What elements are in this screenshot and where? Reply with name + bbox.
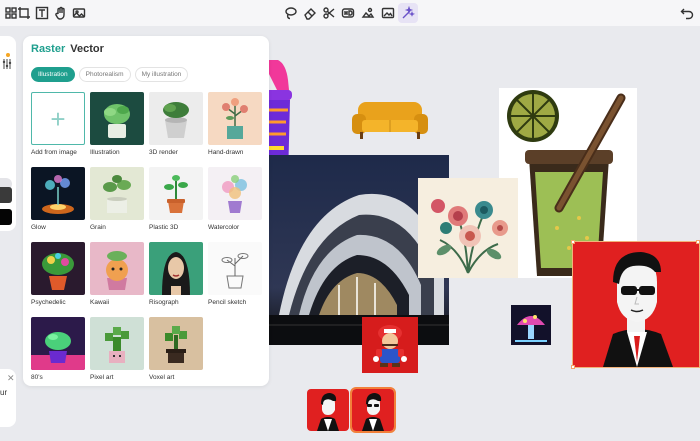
style-thumbnail [31,167,85,220]
style-thumbnail [149,92,203,145]
style-thumbnail [31,242,85,295]
plus-icon: + [50,103,66,134]
image-tool-icon[interactable] [69,3,89,23]
color-swatch-dark-grey[interactable] [0,187,12,203]
style-thumbnail [149,317,203,370]
canvas-image-floral[interactable] [418,178,518,278]
style-grid: + Add from image Illustration 3D render … [31,92,264,381]
style-label: Voxel art [149,374,175,381]
chip-my-illustration[interactable]: My illustration [134,67,189,82]
chip-illustration[interactable]: Illustration [31,67,75,82]
style-card-risograph[interactable]: Risograph [149,242,203,306]
style-thumbnail [149,167,203,220]
style-label: Watercolor [208,224,240,231]
style-label: Pencil sketch [208,299,247,306]
style-label: Grain [90,224,106,231]
style-label: Add from image [31,149,77,156]
style-label: Risograph [149,299,179,306]
style-label: Pixel art [90,374,114,381]
history-thumbnail-1[interactable] [307,389,349,431]
canvas-image-sofa[interactable] [352,100,428,140]
hd-upscale-icon[interactable] [338,3,358,23]
style-label: 3D render [149,149,178,156]
style-panel: Raster Vector Illustration Photorealism … [23,36,269,386]
top-toolbar [0,0,700,26]
style-thumbnail [90,242,144,295]
style-thumbnail [90,317,144,370]
style-category-chips: Illustration Photorealism My illustratio… [31,67,189,82]
style-thumbnail [208,167,262,220]
lasso-tool-icon[interactable] [281,3,301,23]
style-label: Psychedelic [31,299,66,306]
add-thumbnail[interactable]: + [31,92,85,145]
tab-vector[interactable]: Vector [70,43,104,55]
style-card-voxel-art[interactable]: Voxel art [149,317,203,381]
left-notice-panel: ✕ ur [0,369,16,427]
hand-tool-icon[interactable] [51,3,71,23]
magic-wand-icon[interactable] [398,3,418,23]
chip-photorealism[interactable]: Photorealism [78,67,131,82]
style-label: Hand-drawn [208,149,244,156]
style-label: Illustration [90,149,120,156]
style-card-pixel-art[interactable]: Pixel art [90,317,144,381]
style-label: Glow [31,224,46,231]
style-card-glow[interactable]: Glow [31,167,85,231]
scissors-tool-icon[interactable] [319,3,339,23]
status-dot [6,53,10,57]
resize-handle-top-right[interactable] [696,240,700,244]
style-card-illustration[interactable]: Illustration [90,92,144,156]
style-thumbnail [208,92,262,145]
style-thumbnail [90,92,144,145]
left-side-panel [0,36,16,231]
style-card-80s[interactable]: 80's [31,317,85,381]
style-card-watercolor[interactable]: Watercolor [208,167,262,231]
style-label: Plastic 3D [149,224,179,231]
style-card-plastic-3d[interactable]: Plastic 3D [149,167,203,231]
picture-tool-icon[interactable] [378,3,398,23]
style-thumbnail [90,167,144,220]
canvas-image-mario[interactable] [362,317,418,373]
crop-tool-icon[interactable] [14,3,34,23]
style-label: 80's [31,374,43,381]
style-card-3d-render[interactable]: 3D render [149,92,203,156]
style-card-psychedelic[interactable]: Psychedelic [31,242,85,306]
history-thumbnail-2-selected[interactable] [350,387,396,433]
eraser-tool-icon[interactable] [300,3,320,23]
text-tool-icon[interactable] [32,3,52,23]
tab-raster[interactable]: Raster [31,43,65,55]
style-card-add-from-image[interactable]: + Add from image [31,92,85,156]
canvas-image-neon-mushroom[interactable] [511,305,551,345]
resize-handle-bottom-left[interactable] [571,365,575,369]
background-tool-icon[interactable] [358,3,378,23]
resize-handle-top-left[interactable] [571,240,575,244]
style-card-hand-drawn[interactable]: Hand-drawn [208,92,262,156]
canvas-image-man-sunglasses[interactable] [572,241,700,368]
style-thumbnail [31,317,85,370]
notice-text: ur [0,388,8,397]
close-icon[interactable]: ✕ [7,373,15,384]
style-card-grain[interactable]: Grain [90,167,144,231]
style-card-kawaii[interactable]: Kawaii [90,242,144,306]
style-thumbnail [208,242,262,295]
style-thumbnail [149,242,203,295]
style-label: Kawaii [90,299,110,306]
color-swatch-black[interactable] [0,209,12,225]
style-card-pencil-sketch[interactable]: Pencil sketch [208,242,262,306]
undo-icon[interactable] [677,3,697,23]
sliders-icon[interactable] [2,58,12,70]
